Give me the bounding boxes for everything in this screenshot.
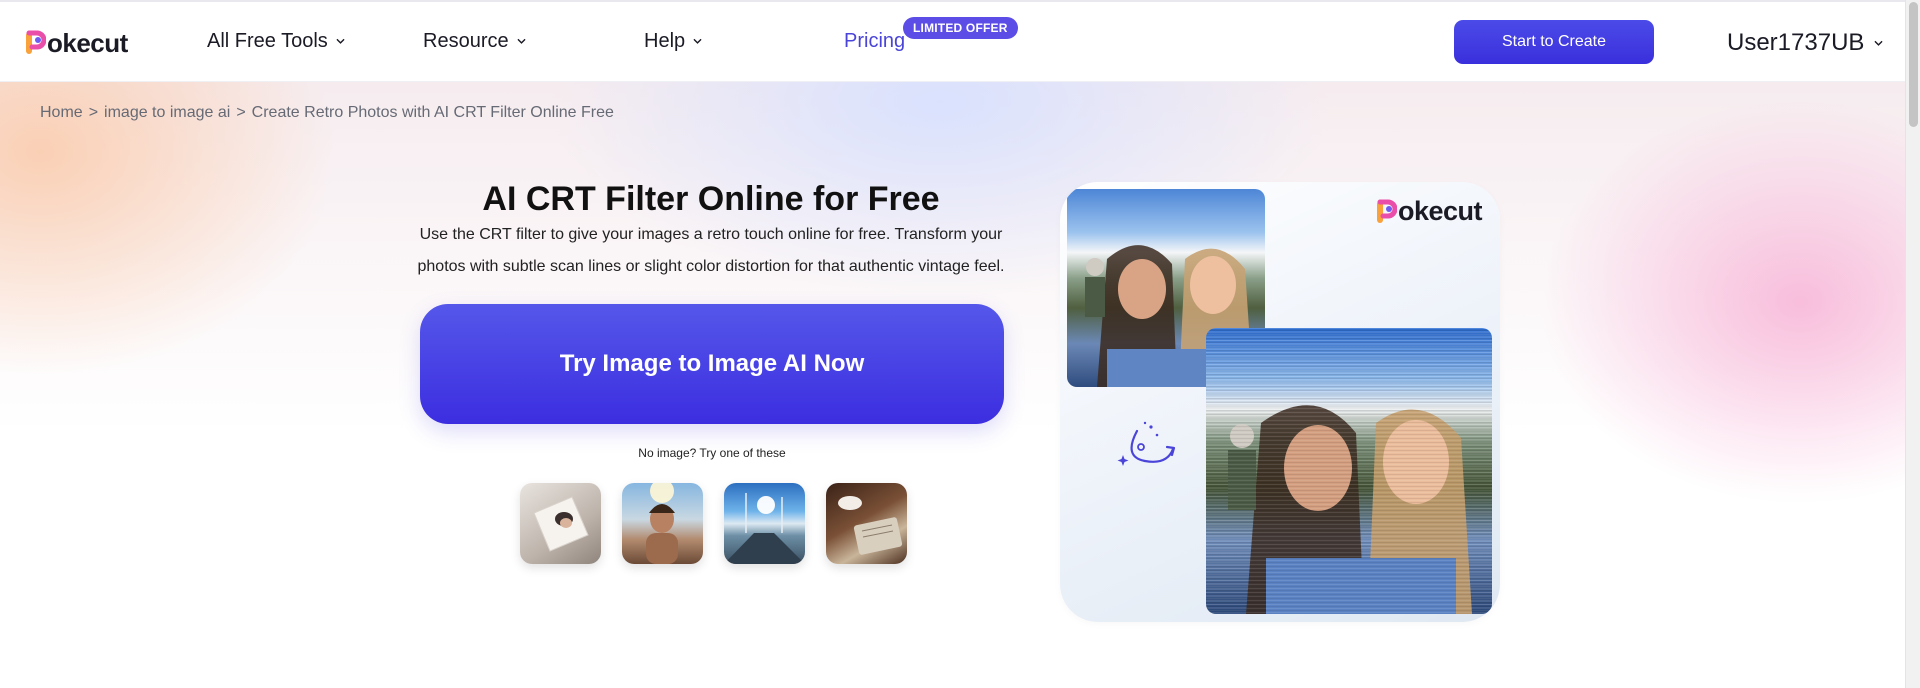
breadcrumb-separator: >	[236, 104, 246, 121]
nav-help[interactable]: Help	[644, 30, 702, 53]
photo-people-crt	[1206, 328, 1492, 614]
no-image-hint: No image? Try one of these	[638, 446, 786, 460]
nav-resource[interactable]: Resource	[423, 30, 526, 53]
sample-thumbnail	[646, 483, 678, 564]
chevron-down-icon	[336, 38, 345, 44]
page-description: Use the CRT filter to give your images a…	[417, 226, 1005, 275]
nav-label: Resource	[423, 30, 509, 52]
sample-thumbnail	[724, 493, 805, 564]
nav-label: All Free Tools	[207, 30, 328, 52]
chevron-down-icon	[693, 38, 702, 44]
try-image-to-image-button[interactable]: Try Image to Image AI Now	[420, 304, 1004, 424]
preview-logo-text: okecut	[1397, 196, 1483, 226]
breadcrumb-image-to-image-ai[interactable]: image to image ai	[104, 104, 230, 122]
after-photo-crt	[1206, 328, 1492, 614]
magic-wand-icon	[1117, 421, 1176, 466]
start-to-create-button[interactable]: Start to Create	[1454, 20, 1654, 64]
nav-pricing[interactable]: Pricing	[844, 30, 905, 53]
chevron-down-icon	[1875, 40, 1883, 46]
username: User1737UB	[1727, 29, 1865, 56]
sample-thumbnail	[838, 496, 903, 555]
sample-thumbnail	[533, 496, 589, 552]
page-scrollbar[interactable]	[1905, 0, 1920, 688]
breadcrumb: Home > image to image ai > Create Retro …	[40, 104, 614, 122]
sample-images	[520, 483, 907, 564]
pokecut-logo[interactable]: okecut	[24, 28, 128, 58]
scrollbar-thumb[interactable]	[1909, 2, 1918, 127]
hero-section: Home > image to image ai > Create Retro …	[0, 82, 1905, 688]
logo-mark-icon	[26, 30, 46, 54]
page-title: AI CRT Filter Online for Free	[482, 180, 940, 218]
sample-image-man[interactable]	[622, 483, 703, 564]
sample-image-notebook[interactable]	[520, 483, 601, 564]
preview-card: okecut	[1060, 182, 1500, 622]
top-navbar: okecut All Free Tools Resource Help Pric…	[0, 2, 1905, 82]
preview-logo: okecut	[1375, 196, 1483, 227]
logo-text: okecut	[47, 27, 128, 58]
chevron-down-icon	[517, 38, 525, 44]
logo-mark-icon	[1376, 199, 1397, 223]
user-menu[interactable]: User1737UB	[1727, 29, 1883, 57]
sample-image-harbor[interactable]	[724, 483, 805, 564]
limited-offer-badge: LIMITED OFFER	[903, 17, 1018, 39]
nav-pricing-label: Pricing	[844, 30, 906, 52]
nav-label: Help	[644, 30, 686, 52]
hero-fade	[0, 462, 1905, 688]
breadcrumb-separator: >	[88, 104, 99, 121]
breadcrumb-home[interactable]: Home	[40, 104, 83, 122]
sample-image-coffee[interactable]	[826, 483, 907, 564]
breadcrumb-current: Create Retro Photos with AI CRT Filter O…	[251, 104, 614, 121]
nav-all-free-tools[interactable]: All Free Tools	[207, 30, 345, 53]
